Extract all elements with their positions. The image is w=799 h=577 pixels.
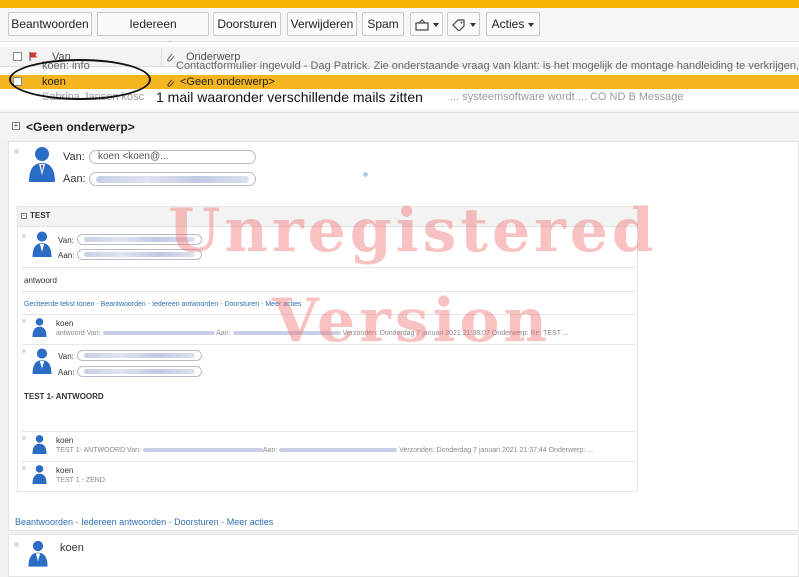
thread-title: TEST [30, 211, 51, 220]
move-to-folder-icon [414, 18, 429, 31]
expanded-body: TEST 1- ANTWOORD [24, 392, 104, 401]
last-sender: koen [60, 542, 84, 554]
show-quoted-link[interactable]: Geciteerde tekst tonen [24, 301, 94, 308]
avatar-icon [29, 147, 55, 182]
reply-link[interactable]: Beantwoorden [101, 301, 146, 308]
forward-link[interactable]: Doorsturen [174, 517, 219, 527]
collapse-icon[interactable]: - [21, 213, 27, 219]
avatar-icon [32, 318, 47, 337]
thread-item-snippet: TEST 1 - ZEND [56, 477, 105, 484]
tag-button[interactable] [447, 12, 480, 36]
actions-label: Acties [491, 17, 525, 31]
watermark-line2: Version [272, 286, 552, 356]
thread-item[interactable]: koen TEST 1 - ZEND [18, 462, 637, 490]
avatar-icon [32, 435, 47, 454]
from-label: Van: [63, 151, 85, 163]
delete-button[interactable]: Verwijderen [287, 12, 357, 36]
snippet-start: antwoord Van: [56, 330, 101, 337]
move-button[interactable] [410, 12, 443, 36]
attachment-icon [167, 79, 175, 87]
avatar-icon [32, 231, 52, 257]
bottom-actions: Beantwoorden - Iedereen antwoorden - Doo… [15, 517, 274, 527]
to-label: Aan: [58, 368, 75, 377]
actions-dropdown[interactable]: Acties [486, 12, 540, 36]
reply-all-link[interactable]: Iedereen antwoorden [81, 517, 166, 527]
snippet-tail: Aan: [262, 447, 278, 454]
from-value: koen <koen@... [98, 151, 169, 162]
more-actions-link[interactable]: Meer acties [227, 517, 274, 527]
thread-item-sender: koen [56, 436, 74, 445]
to-address[interactable] [77, 366, 202, 377]
to-label: Aan: [63, 173, 86, 185]
last-message[interactable]: koen [8, 534, 799, 577]
reply-link[interactable]: Beantwoorden [15, 517, 73, 527]
forward-button[interactable]: Doorsturen [213, 12, 281, 36]
snippet-meta: Verzonden: Donderdag 7 januari 2021 21:3… [399, 447, 594, 454]
snippet-tail: Aan: [216, 330, 231, 337]
from-label: Van: [58, 236, 74, 245]
annotation-text: 1 mail waaronder verschillende mails zit… [156, 89, 423, 105]
thread-item-sender: koen [56, 466, 74, 475]
from-address[interactable]: koen <koen@... [89, 150, 256, 164]
message-actions: Geciteerde tekst tonen - Beantwoorden - … [24, 301, 302, 308]
reply-all-button[interactable]: Iedereen antwoorden [97, 12, 209, 53]
thread-item[interactable]: koen TEST 1- ANTWOORD Van: Aan: Verzonde… [18, 432, 637, 460]
from-address[interactable] [77, 350, 202, 361]
tag-icon [451, 19, 465, 32]
avatar-icon [28, 540, 48, 567]
row-subject: <Geen onderwerp> [180, 76, 275, 88]
to-label: Aan: [58, 251, 75, 260]
reply-button[interactable]: Beantwoorden [8, 12, 92, 36]
conversation-header: + <Geen onderwerp> [0, 112, 799, 140]
thread-item-snippet: TEST 1- ANTWOORD Van: Aan: Verzonden: Do… [56, 447, 593, 454]
watermark-line1: Unregistered [168, 196, 658, 266]
highlight-ellipse [9, 59, 151, 100]
avatar-icon [32, 348, 52, 374]
collapse-icon[interactable]: + [12, 122, 20, 130]
forward-link[interactable]: Doorsturen [224, 301, 259, 308]
message-body: antwoord [24, 276, 57, 285]
thread-item-sender: koen [56, 319, 74, 328]
avatar-icon [32, 465, 47, 484]
to-address[interactable] [89, 172, 256, 186]
row-subject: ... systeemsoftware wordt ... CO ND B Me… [450, 91, 684, 103]
reply-all-link[interactable]: Iedereen antwoorden [152, 301, 218, 308]
toolbar: Beantwoorden Iedereen antwoorden Doorstu… [0, 8, 799, 53]
row-subject: Contactformulier ingevuld - Dag Patrick.… [176, 60, 799, 72]
top-accent-bar [0, 0, 799, 30]
conversation-title: <Geen onderwerp> [26, 120, 135, 134]
snippet-start: TEST 1- ANTWOORD Van: [56, 447, 141, 454]
spam-button[interactable]: Spam [362, 12, 404, 36]
from-label: Van: [58, 352, 74, 361]
